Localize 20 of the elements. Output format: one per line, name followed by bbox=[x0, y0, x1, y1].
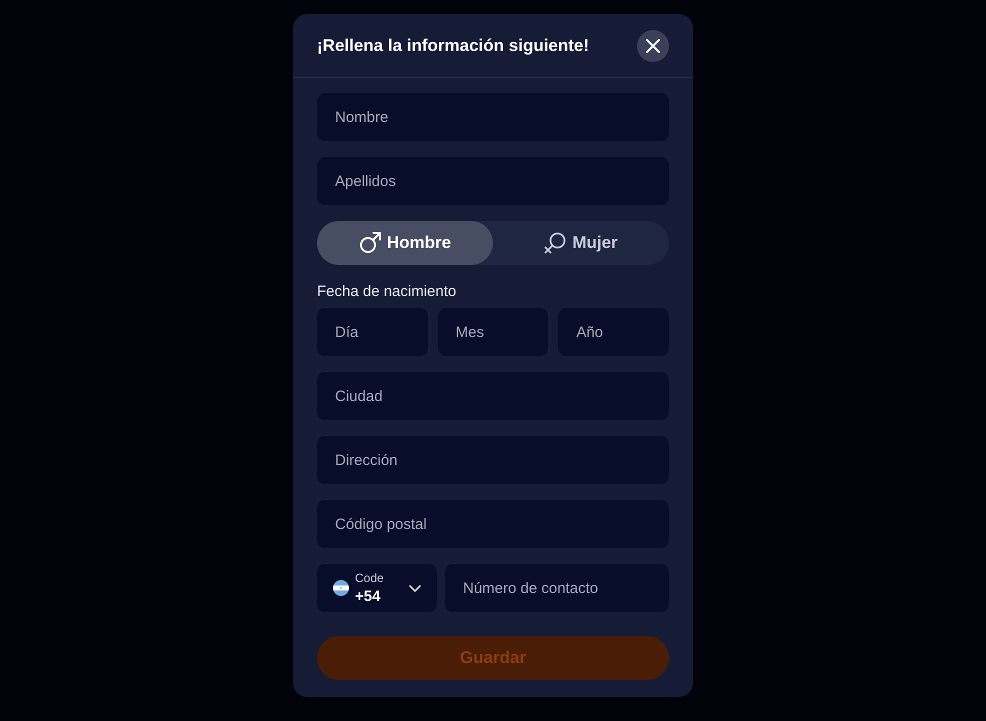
flag-icon bbox=[333, 580, 349, 596]
input-field[interactable]: Ciudad bbox=[317, 372, 669, 420]
input-field[interactable]: Número de contacto bbox=[445, 564, 669, 612]
input-field[interactable]: Código postal bbox=[317, 500, 669, 548]
gender-option[interactable]: Hombre bbox=[317, 221, 493, 265]
input-field[interactable]: Año bbox=[558, 308, 669, 356]
birth-date-label: Fecha de nacimiento bbox=[317, 282, 458, 302]
gender-option[interactable]: Mujer bbox=[493, 221, 669, 265]
close-button[interactable] bbox=[637, 30, 669, 62]
input-field[interactable]: Mes bbox=[438, 308, 548, 356]
input-field[interactable]: Apellidos bbox=[317, 157, 669, 205]
dialog-title: ¡Rellena la información siguiente! bbox=[317, 34, 590, 57]
close-icon bbox=[646, 38, 660, 52]
input-field[interactable]: Dirección bbox=[317, 436, 669, 484]
country-code-dropdown[interactable]: Code +54 bbox=[317, 564, 437, 612]
input-field[interactable]: Día bbox=[317, 308, 428, 356]
male-symbol-icon bbox=[358, 232, 381, 254]
input-field[interactable]: Nombre bbox=[317, 93, 669, 141]
female-symbol-icon bbox=[544, 232, 566, 254]
chevron-down-icon bbox=[409, 584, 421, 592]
